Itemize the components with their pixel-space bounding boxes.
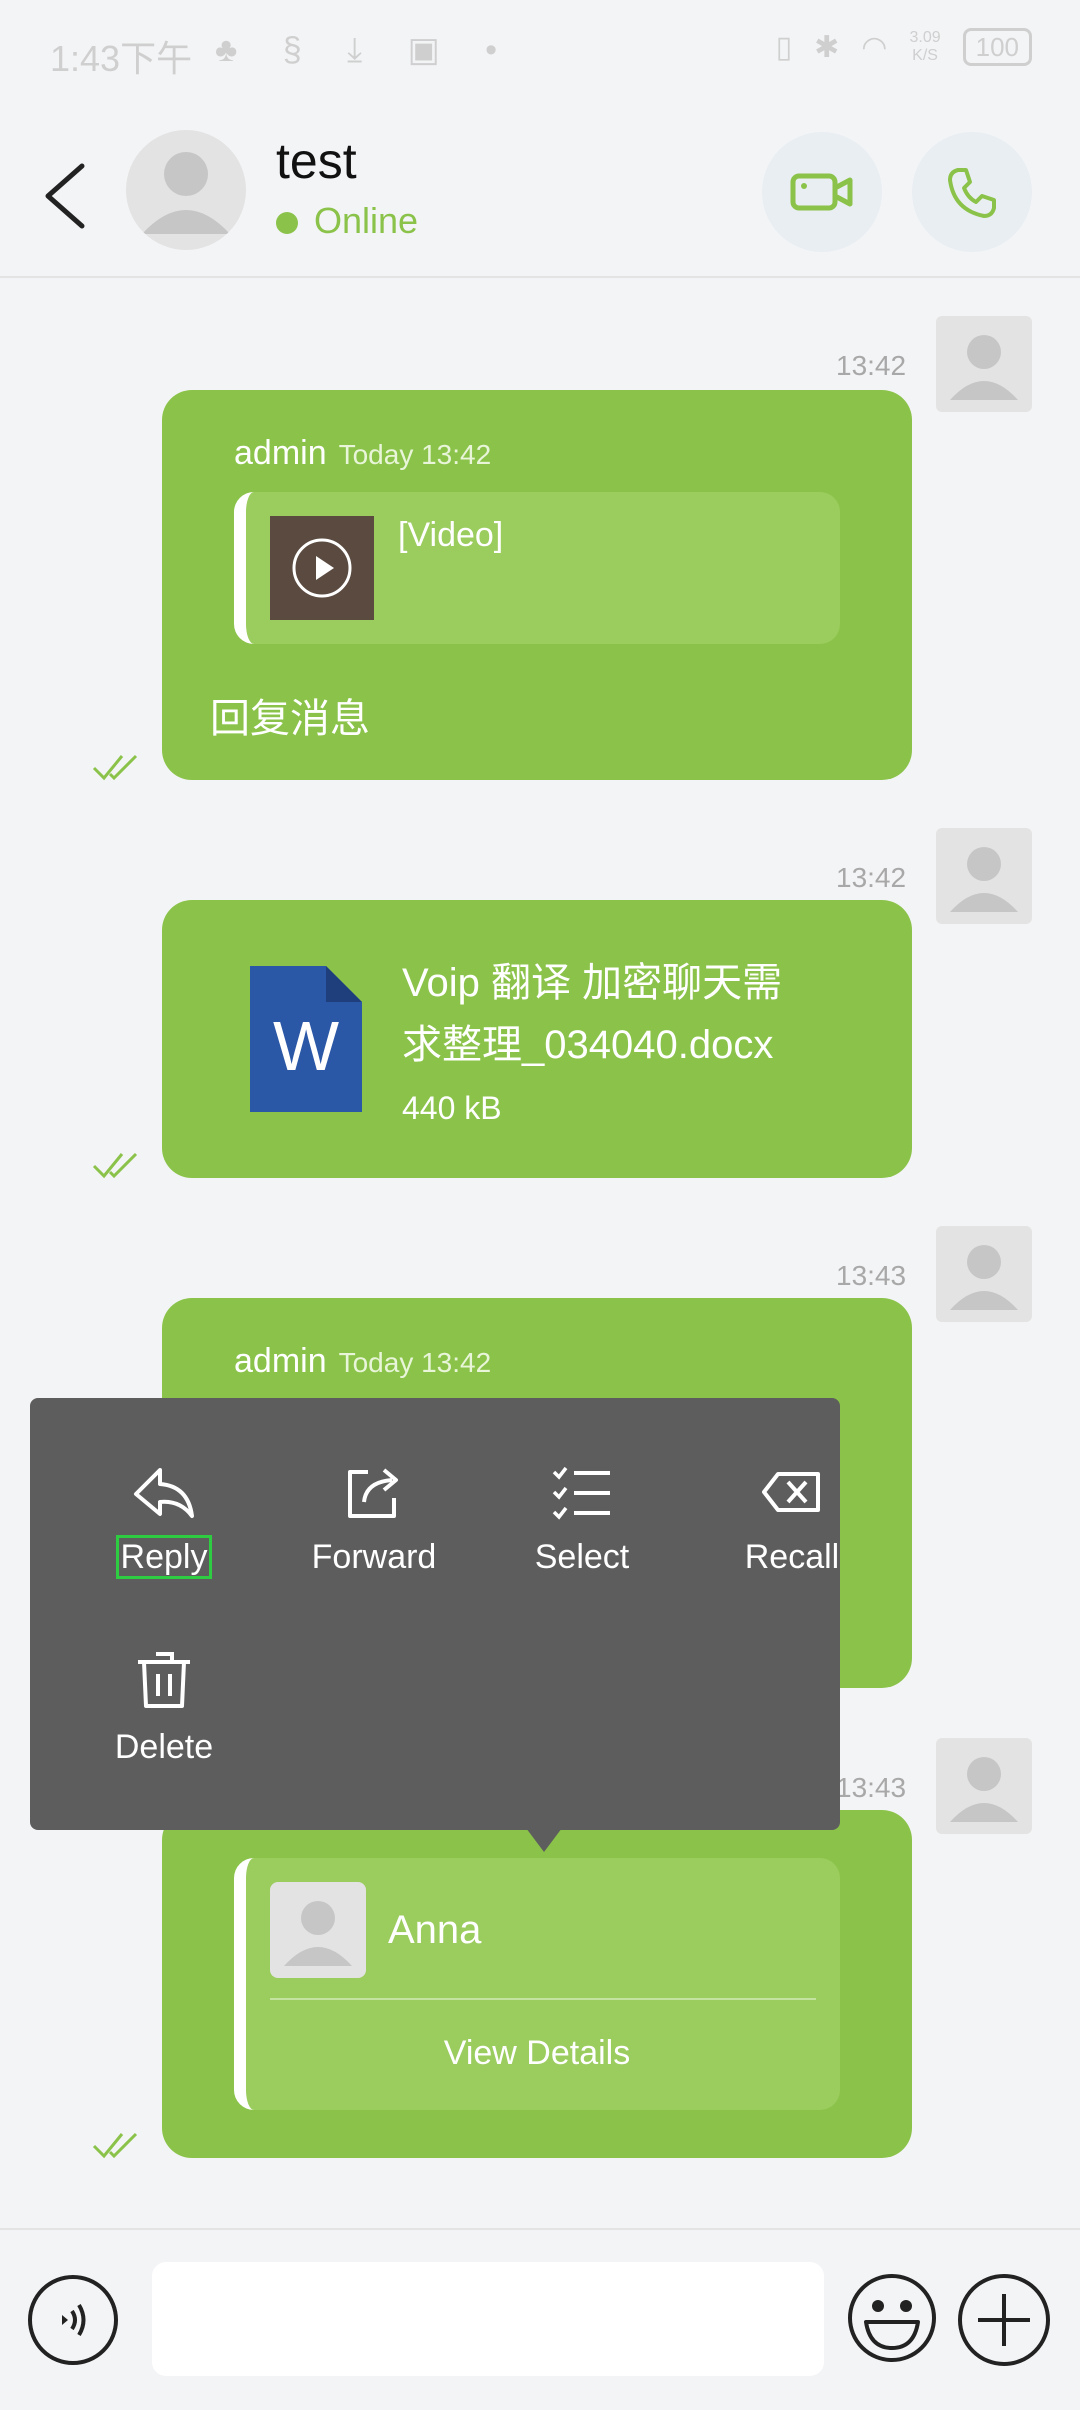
person-icon (284, 1901, 352, 1966)
forward-icon (348, 1468, 398, 1518)
file-name: Voip 翻译 加密聊天需 求整理_034040.docx (402, 952, 782, 1076)
person-icon (950, 847, 1018, 912)
contact-card-name: Anna (388, 1908, 482, 1952)
menu-item-delete[interactable]: Delete (64, 1650, 264, 1767)
my-avatar[interactable] (936, 1226, 1032, 1322)
my-avatar[interactable] (936, 316, 1032, 412)
chat-header: test Online (0, 100, 1080, 278)
sender-time: Today 13:42 (338, 1347, 492, 1378)
my-avatar[interactable] (936, 1738, 1032, 1834)
person-icon (950, 335, 1018, 400)
menu-item-recall[interactable]: Recall (692, 1464, 892, 1577)
net-speed: 3.09 K/S (909, 29, 940, 65)
person-icon (950, 1245, 1018, 1310)
menu-item-select[interactable]: Select (482, 1464, 682, 1577)
play-icon (292, 538, 352, 598)
view-details-link[interactable]: View Details (246, 2034, 828, 2073)
chevron-left-icon (45, 163, 85, 229)
contact-card[interactable]: Anna View Details (234, 1858, 840, 2110)
status-time: 1:43下午 (50, 38, 193, 79)
file-icon-letter: W (272, 1007, 340, 1085)
sender-line: admin Today 13:42 (234, 434, 491, 473)
video-thumbnail[interactable] (270, 516, 374, 620)
read-check-icon (92, 754, 138, 781)
menu-item-forward[interactable]: Forward (274, 1464, 474, 1577)
net-speed-value: 3.09 (909, 29, 941, 46)
vibrate-icon: ▯ (775, 30, 793, 64)
select-icon (552, 1466, 610, 1520)
video-camera-icon (790, 173, 853, 211)
plus-icon (978, 2294, 1030, 2346)
online-status-dot (276, 212, 298, 234)
wifi-icon: ◠ (861, 30, 888, 64)
message-time: 13:43 (836, 1772, 907, 1803)
person-icon (950, 1757, 1018, 1822)
contact-card-avatar (270, 1882, 366, 1978)
message-time: 13:42 (836, 350, 907, 381)
reply-message-bubble[interactable]: admin Today 13:42 [Video] 回复消息 (162, 390, 912, 780)
contact-name: test (276, 133, 357, 189)
menu-item-reply[interactable]: Reply (64, 1464, 264, 1579)
message-context-menu: Reply Forward Select Recall Delete (30, 1398, 840, 1830)
delete-icon (138, 1652, 190, 1708)
menu-item-recall-label: Recall (744, 1538, 840, 1576)
quoted-video-label: [Video] (398, 516, 504, 554)
status-bar: 1:43下午 ♣ § ⤓ ▣ • ▯ ✱ ◠ 3.09 K/S 100 (0, 0, 1080, 100)
sender-line: admin Today 13:42 (234, 1342, 491, 1381)
smiley-icon (848, 2274, 936, 2362)
message-text: 回复消息 (210, 697, 370, 741)
sender-name: admin (234, 1342, 327, 1380)
contact-avatar[interactable] (126, 130, 246, 250)
word-document-icon: W (250, 966, 362, 1112)
message-time: 13:43 (836, 1260, 907, 1291)
quoted-video[interactable]: [Video] (234, 492, 840, 644)
file-message-bubble[interactable]: W Voip 翻译 加密聊天需 求整理_034040.docx 440 kB (162, 900, 912, 1178)
back-button[interactable] (38, 158, 98, 234)
online-status-label: Online (314, 200, 419, 241)
menu-item-forward-label: Forward (311, 1538, 437, 1576)
message-input[interactable] (152, 2262, 824, 2376)
file-name-line2: 求整理_034040.docx (402, 1023, 774, 1067)
net-speed-unit: K/S (912, 47, 938, 64)
sender-name: admin (234, 434, 327, 472)
card-divider (270, 1998, 816, 2000)
status-indicators: ▯ ✱ ◠ 3.09 K/S 100 (776, 28, 1032, 66)
context-menu-pointer (526, 1828, 562, 1852)
menu-item-select-label: Select (534, 1538, 630, 1576)
voice-call-button[interactable] (912, 132, 1032, 252)
reply-icon (134, 1468, 194, 1518)
menu-item-reply-label: Reply (115, 1535, 213, 1579)
phone-icon (948, 168, 996, 218)
more-options-button[interactable] (958, 2274, 1050, 2366)
recall-icon (762, 1472, 820, 1512)
video-call-button[interactable] (762, 132, 882, 252)
sender-time: Today 13:42 (338, 439, 492, 470)
menu-item-delete-label: Delete (114, 1728, 214, 1766)
battery-indicator: 100 (962, 28, 1032, 66)
message-time: 13:42 (836, 862, 907, 893)
message-input-bar (0, 2228, 1080, 2410)
read-check-icon (92, 2132, 138, 2159)
read-check-icon (92, 1152, 138, 1179)
contact-card-bubble[interactable]: Anna View Details (162, 1810, 912, 2158)
file-size: 440 kB (402, 1090, 502, 1126)
voice-icon (62, 2303, 86, 2337)
bluetooth-icon: ✱ (814, 30, 840, 64)
file-name-line1: Voip 翻译 加密聊天需 (402, 961, 783, 1005)
voice-input-button[interactable] (28, 2275, 118, 2365)
person-icon (142, 152, 230, 234)
my-avatar[interactable] (936, 828, 1032, 924)
notification-icons: ♣ § ⤓ ▣ • (215, 31, 516, 69)
emoji-button[interactable] (846, 2272, 938, 2364)
